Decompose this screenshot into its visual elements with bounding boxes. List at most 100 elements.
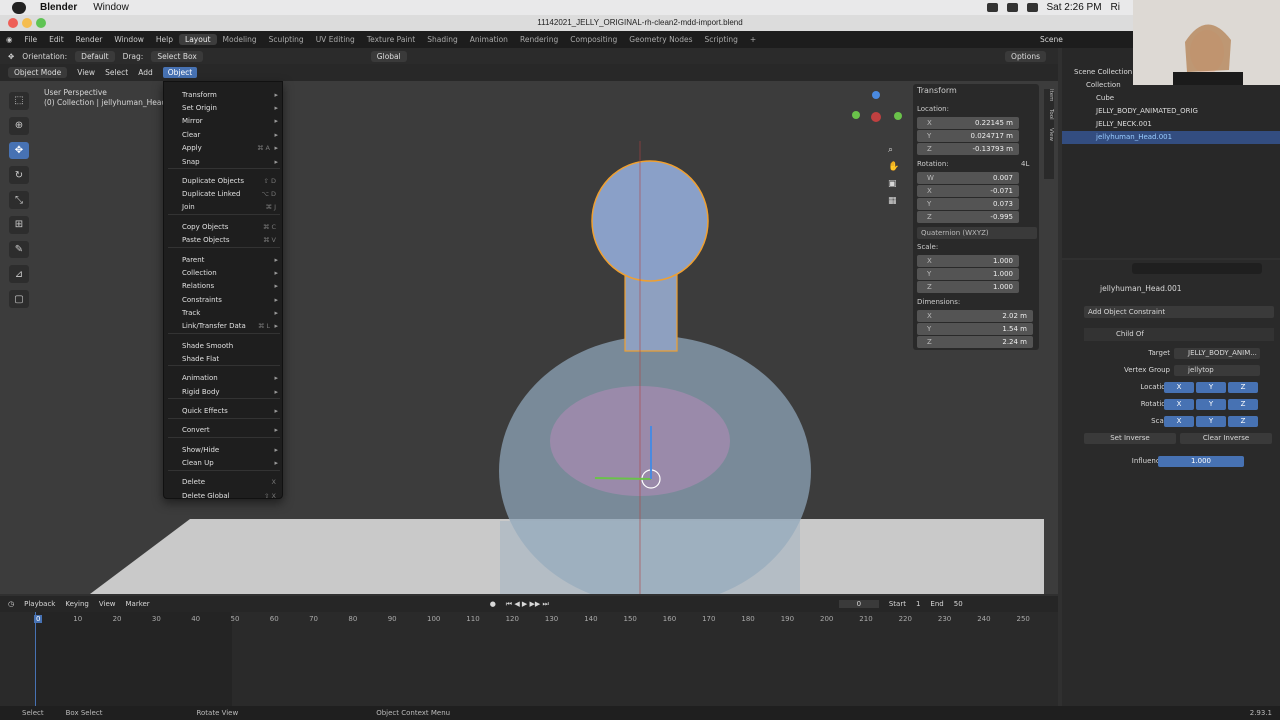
- menu-edit[interactable]: Edit: [43, 35, 70, 44]
- tab-layout[interactable]: Layout: [179, 34, 217, 45]
- outliner-item[interactable]: JELLY_BODY_ANIMATED_ORIG: [1062, 105, 1280, 118]
- add-constraint-dropdown[interactable]: Add Object Constraint: [1084, 306, 1274, 318]
- scale-y-field[interactable]: Y 1.000: [917, 268, 1019, 280]
- menu-keying[interactable]: Keying: [65, 600, 89, 608]
- scene-selector[interactable]: Scene: [1040, 35, 1063, 44]
- menu-item-transform[interactable]: Transform ▸: [182, 89, 280, 101]
- menu-item-clear[interactable]: Clear ▸: [182, 129, 280, 141]
- menu-item-constraints[interactable]: Constraints ▸: [182, 294, 280, 306]
- status-icon[interactable]: [986, 3, 998, 12]
- menu-item-apply[interactable]: Apply ⌘ A ▸: [182, 142, 280, 154]
- menu-object[interactable]: Object: [162, 67, 198, 78]
- pan-hand-icon[interactable]: ✋: [888, 162, 899, 172]
- move-tool-icon[interactable]: ✥: [8, 52, 14, 61]
- timeline-area[interactable]: [0, 612, 1058, 706]
- select-tool-icon[interactable]: ⬚: [9, 92, 29, 110]
- menu-item-link-transfer-data[interactable]: Link/Transfer Data ⌘ L ▸: [182, 320, 280, 332]
- influence-slider[interactable]: 1.000: [1158, 456, 1244, 467]
- mode-dropdown[interactable]: Object Mode: [8, 67, 68, 78]
- menu-playback[interactable]: Playback: [24, 600, 55, 608]
- toggle-x[interactable]: X: [1164, 416, 1194, 427]
- tab-shading[interactable]: Shading: [421, 34, 463, 45]
- menu-window[interactable]: Window: [108, 35, 150, 44]
- transform-orientation-dropdown[interactable]: Global: [370, 50, 407, 62]
- menu-item-delete-global[interactable]: Delete Global ⇧ X: [182, 490, 280, 502]
- rotation-mode-dropdown[interactable]: Quaternion (WXYZ): [917, 227, 1037, 239]
- npanel-tab-view[interactable]: View: [1048, 128, 1054, 141]
- constraint-name[interactable]: Child Of: [1116, 330, 1144, 338]
- current-frame-field[interactable]: 0: [838, 600, 879, 608]
- location-z-field[interactable]: Z -0.13793 m: [917, 143, 1019, 155]
- toggle-y[interactable]: Y: [1196, 399, 1226, 410]
- tab-sculpting[interactable]: Sculpting: [263, 34, 310, 45]
- menu-item-collection[interactable]: Collection ▸: [182, 267, 280, 279]
- rotation-z-field[interactable]: Z -0.995: [917, 211, 1019, 223]
- rotation-x-field[interactable]: X -0.071: [917, 185, 1019, 197]
- transform-title[interactable]: Transform: [917, 86, 957, 95]
- menu-add[interactable]: Add: [138, 68, 153, 77]
- outliner-item-selected[interactable]: jellyhuman_Head.001: [1062, 131, 1280, 144]
- menu-item-duplicate-objects[interactable]: Duplicate Objects ⇧ D: [182, 175, 280, 187]
- menu-select[interactable]: Select: [105, 68, 128, 77]
- wifi-icon[interactable]: [1026, 3, 1038, 12]
- dimension-y-field[interactable]: Y 1.54 m: [917, 323, 1033, 335]
- vertex-group-field[interactable]: jellytop: [1174, 365, 1260, 376]
- status-icon[interactable]: [1006, 3, 1018, 12]
- scale-z-field[interactable]: Z 1.000: [917, 281, 1019, 293]
- menu-marker[interactable]: Marker: [125, 600, 149, 608]
- toggle-y[interactable]: Y: [1196, 416, 1226, 427]
- set-inverse-button[interactable]: Set Inverse: [1084, 433, 1176, 444]
- measure-tool-icon[interactable]: ⊿: [9, 265, 29, 284]
- end-field[interactable]: 50: [954, 600, 963, 608]
- cursor-tool-icon[interactable]: ⊕: [9, 116, 29, 135]
- menu-item-duplicate-linked[interactable]: Duplicate Linked ⌥ D: [182, 188, 280, 200]
- menu-item-mirror[interactable]: Mirror ▸: [182, 115, 280, 127]
- rotation-w-field[interactable]: W 0.007: [917, 172, 1019, 184]
- mac-menu-window[interactable]: Window: [93, 2, 129, 13]
- drag-dropdown[interactable]: Select Box: [151, 50, 203, 62]
- tab-geometry-nodes[interactable]: Geometry Nodes: [623, 34, 698, 45]
- menu-view[interactable]: View: [99, 600, 116, 608]
- start-field[interactable]: 1: [916, 600, 920, 608]
- toggle-z[interactable]: Z: [1228, 382, 1258, 393]
- add-cube-tool-icon[interactable]: ▢: [9, 290, 29, 309]
- zoom-icon[interactable]: ⌕: [888, 145, 899, 155]
- properties-search-input[interactable]: [1132, 263, 1262, 274]
- rotation-y-field[interactable]: Y 0.073: [917, 198, 1019, 210]
- toggle-z[interactable]: Z: [1228, 416, 1258, 427]
- minimize-window-button[interactable]: [22, 18, 32, 28]
- location-x-field[interactable]: X 0.22145 m: [917, 117, 1019, 129]
- npanel-tab-item[interactable]: Item: [1048, 89, 1054, 102]
- rotation-mode-short[interactable]: 4L: [1021, 160, 1029, 168]
- dimension-x-field[interactable]: X 2.02 m: [917, 310, 1033, 322]
- move-tool-button[interactable]: ✥: [9, 141, 29, 160]
- menu-render[interactable]: Render: [70, 35, 109, 44]
- menu-item-paste-objects[interactable]: Paste Objects ⌘ V: [182, 234, 280, 246]
- menu-item-convert[interactable]: Convert ▸: [182, 424, 280, 436]
- playback-controls[interactable]: ⏮ ◀ ▶ ▶▶ ⏭: [506, 600, 549, 609]
- menu-help[interactable]: Help: [150, 35, 179, 44]
- outliner-item[interactable]: JELLY_NECK.001: [1062, 118, 1280, 131]
- options-dropdown[interactable]: Options: [1005, 50, 1046, 62]
- tab-texture-paint[interactable]: Texture Paint: [361, 34, 421, 45]
- menu-item-quick-effects[interactable]: Quick Effects ▸: [182, 405, 280, 417]
- tab-modeling[interactable]: Modeling: [217, 34, 263, 45]
- npanel-tab-tool[interactable]: Tool: [1048, 109, 1054, 120]
- menu-item-relations[interactable]: Relations ▸: [182, 280, 280, 292]
- scale-x-field[interactable]: X 1.000: [917, 255, 1019, 267]
- menu-file[interactable]: File: [19, 35, 44, 44]
- tab-animation[interactable]: Animation: [464, 34, 514, 45]
- menu-item-shade-flat[interactable]: Shade Flat: [182, 353, 280, 365]
- dimension-z-field[interactable]: Z 2.24 m: [917, 336, 1033, 348]
- toggle-y[interactable]: Y: [1196, 382, 1226, 393]
- menu-item-track[interactable]: Track ▸: [182, 307, 280, 319]
- tab-compositing[interactable]: Compositing: [564, 34, 623, 45]
- toggle-x[interactable]: X: [1164, 399, 1194, 410]
- blender-logo-icon[interactable]: ◉: [0, 35, 19, 44]
- 3d-viewport[interactable]: User Perspective (0) Collection | jellyh…: [0, 81, 1058, 594]
- editor-type-icon[interactable]: ◷: [8, 600, 14, 608]
- scale-tool-icon[interactable]: ⤡: [9, 191, 29, 209]
- menu-item-animation[interactable]: Animation ▸: [182, 372, 280, 384]
- menu-item-snap[interactable]: Snap ▸: [182, 156, 280, 168]
- menu-item-clean-up[interactable]: Clean Up ▸: [182, 457, 280, 469]
